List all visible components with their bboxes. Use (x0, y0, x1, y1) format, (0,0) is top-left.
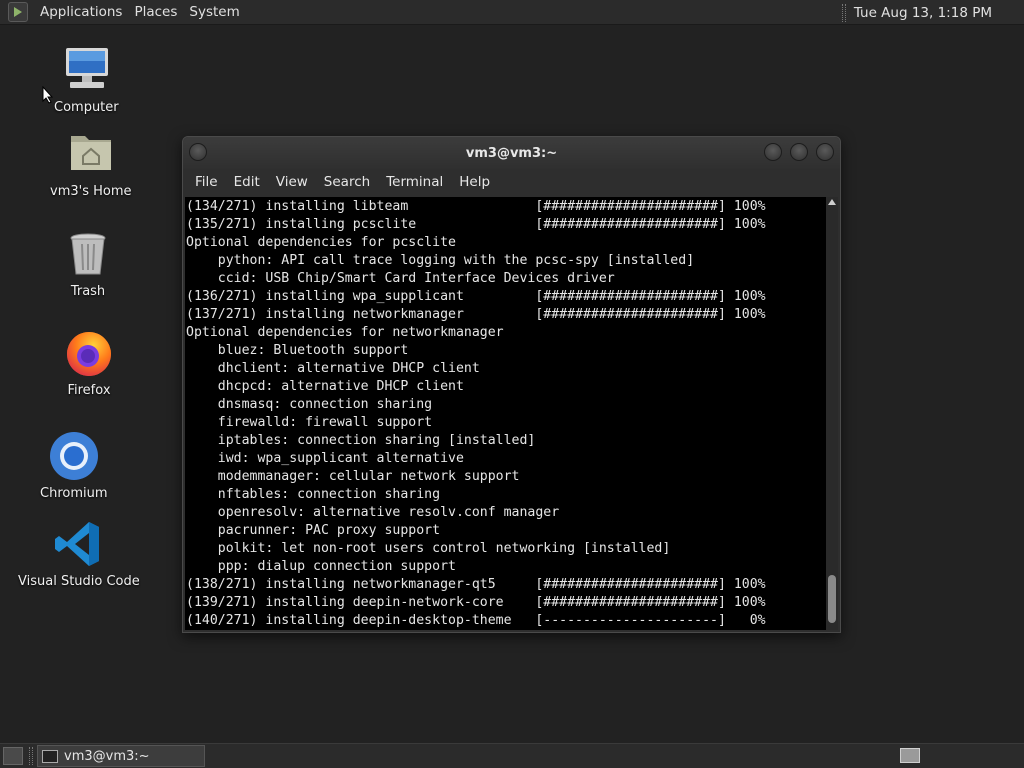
terminal-line: iptables: connection sharing [installed] (186, 433, 536, 448)
menu-terminal[interactable]: Terminal (378, 174, 451, 190)
taskbar-item-terminal[interactable]: vm3@vm3:~ (37, 745, 205, 767)
applications-menu[interactable]: Applications (34, 4, 128, 20)
terminal-line: (139/271) installing deepin-network-core… (186, 595, 766, 610)
window-title: vm3@vm3:~ (465, 145, 558, 161)
terminal-line: dhcpcd: alternative DHCP client (186, 379, 464, 394)
terminal-line: openresolv: alternative resolv.conf mana… (186, 505, 560, 520)
firefox-icon (67, 332, 111, 376)
terminal-window[interactable]: vm3@vm3:~ File Edit View Search Terminal… (182, 136, 841, 633)
terminal-line: firewalld: firewall support (186, 415, 433, 430)
terminal-line: (137/271) installing networkmanager [###… (186, 307, 766, 322)
panel-separator (841, 3, 846, 22)
places-menu[interactable]: Places (128, 4, 183, 20)
home-folder-icon (70, 136, 111, 170)
workspace-switcher[interactable] (900, 748, 920, 763)
title-bar[interactable]: vm3@vm3:~ (183, 137, 840, 169)
terminal-line: pacrunner: PAC proxy support (186, 523, 441, 538)
desktop-icon-vscode[interactable]: Visual Studio Code (18, 518, 140, 589)
scroll-up-arrow-icon[interactable] (828, 199, 836, 205)
panel-right-area: Tue Aug 13, 1:18 PM (841, 0, 1024, 25)
terminal-icon (42, 749, 58, 763)
terminal-line: python: API call trace logging with the … (186, 253, 695, 268)
desktop-icon-trash[interactable]: Trash (62, 228, 114, 299)
terminal-line: dnsmasq: connection sharing (186, 397, 433, 412)
desktop-icon-computer[interactable]: Computer (54, 44, 119, 115)
panel-separator (29, 747, 33, 765)
vscode-icon (54, 522, 99, 566)
desktop-icon-label: Firefox (67, 383, 111, 398)
minimize-button[interactable] (764, 143, 782, 161)
show-desktop-icon[interactable] (3, 747, 23, 765)
top-panel: Applications Places System Tue Aug 13, 1… (0, 0, 1024, 25)
taskbar-item-label: vm3@vm3:~ (64, 748, 150, 764)
terminal-scrollbar[interactable] (826, 197, 838, 630)
desktop-icon-label: Chromium (40, 486, 108, 501)
desktop-icon-label: Computer (54, 100, 119, 115)
close-button[interactable] (816, 143, 834, 161)
trash-icon (70, 233, 106, 275)
terminal-line: bluez: Bluetooth support (186, 343, 409, 358)
terminal-line: (136/271) installing wpa_supplicant [###… (186, 289, 766, 304)
terminal-output[interactable]: (134/271) installing libteam [##########… (185, 197, 828, 630)
menu-help[interactable]: Help (451, 174, 498, 190)
terminal-line: Optional dependencies for pcsclite (186, 235, 456, 250)
terminal-line: (135/271) installing pcsclite [#########… (186, 217, 766, 232)
terminal-line: polkit: let non-root users control netwo… (186, 541, 671, 556)
menu-search[interactable]: Search (316, 174, 378, 190)
terminal-line: ppp: dialup connection support (186, 559, 456, 574)
terminal-line: ccid: USB Chip/Smart Card Interface Devi… (186, 271, 615, 286)
terminal-line: (138/271) installing networkmanager-qt5 … (186, 577, 766, 592)
menu-file[interactable]: File (187, 174, 226, 190)
chromium-icon (49, 432, 98, 480)
menu-logo-icon[interactable] (8, 2, 28, 22)
terminal-menubar: File Edit View Search Terminal Help (183, 169, 840, 195)
terminal-line: nftables: connection sharing (186, 487, 441, 502)
desktop-icon-chromium[interactable]: Chromium (40, 430, 108, 501)
terminal-line: (134/271) installing libteam [##########… (186, 199, 766, 214)
menu-edit[interactable]: Edit (226, 174, 268, 190)
clock[interactable]: Tue Aug 13, 1:18 PM (854, 5, 992, 21)
terminal-line: Optional dependencies for networkmanager (186, 325, 504, 340)
bottom-panel: vm3@vm3:~ (0, 743, 1024, 768)
scrollbar-thumb[interactable] (828, 575, 836, 623)
terminal-text: (134/271) installing libteam [##########… (185, 197, 828, 630)
terminal-line: iwd: wpa_supplicant alternative (186, 451, 464, 466)
computer-icon (66, 48, 109, 88)
desktop-icon-label: Visual Studio Code (18, 574, 140, 589)
desktop-icon-label: Trash (70, 284, 106, 299)
desktop-icon-label: vm3's Home (50, 184, 132, 199)
window-menu-button[interactable] (189, 143, 207, 161)
mouse-cursor-icon (42, 86, 54, 104)
desktop-icon-firefox[interactable]: Firefox (63, 327, 115, 398)
system-menu[interactable]: System (183, 4, 245, 20)
terminal-line: (140/271) installing deepin-desktop-them… (186, 613, 766, 628)
terminal-line: dhclient: alternative DHCP client (186, 361, 480, 376)
terminal-line: modemmanager: cellular network support (186, 469, 520, 484)
maximize-button[interactable] (790, 143, 808, 161)
menu-view[interactable]: View (268, 174, 316, 190)
desktop-icon-home[interactable]: vm3's Home (50, 128, 132, 199)
